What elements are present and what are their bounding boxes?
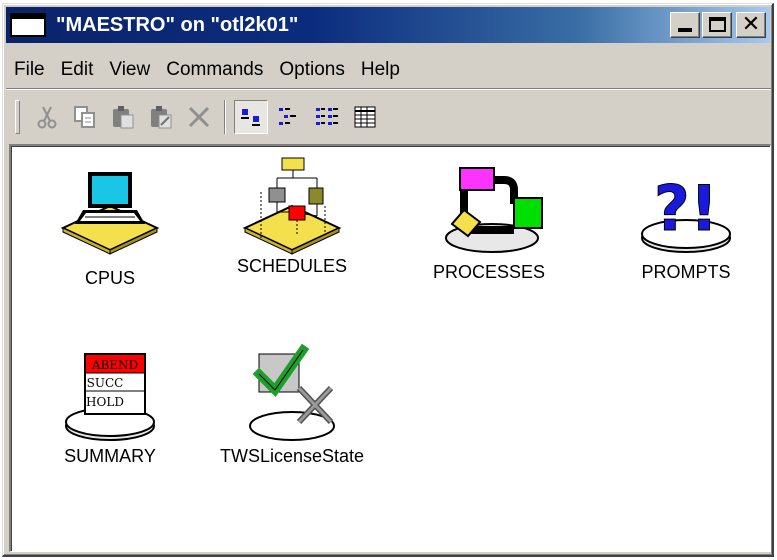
- item-schedules[interactable]: SCHEDULES: [207, 154, 377, 277]
- window-icon[interactable]: [10, 13, 46, 37]
- toolbar-separator: [224, 100, 226, 134]
- menu-options[interactable]: Options: [272, 59, 351, 81]
- cpus-icon: [60, 172, 160, 255]
- title-buttons: ✕: [670, 12, 766, 38]
- item-twslicensestate[interactable]: TWSLicenseState: [207, 342, 377, 467]
- license-state-icon: [249, 343, 335, 441]
- title-bar[interactable]: "MAESTRO" on "otl2k01" ✕: [6, 7, 770, 43]
- maestro-window: "MAESTRO" on "otl2k01" ✕ File Edit View …: [2, 3, 774, 557]
- menu-commands[interactable]: Commands: [159, 59, 270, 81]
- item-processes-label: PROCESSES: [432, 262, 546, 282]
- processes-icon: [445, 167, 543, 253]
- prompts-icon: ?!: [641, 172, 731, 253]
- item-twslicensestate-label: TWSLicenseState: [219, 446, 365, 466]
- item-summary-label: SUMMARY: [64, 446, 156, 466]
- toolbar-grip[interactable]: [15, 100, 20, 134]
- item-cpus[interactable]: CPUS: [25, 166, 195, 289]
- menu-help[interactable]: Help: [354, 59, 407, 81]
- schedules-icon: [242, 157, 342, 255]
- toolbar: [9, 96, 386, 138]
- summary-icon: ABEND SUCC HOLD: [65, 353, 155, 441]
- menu-edit[interactable]: Edit: [54, 59, 101, 81]
- maximize-icon: [709, 17, 726, 32]
- menu-bar: File Edit View Commands Options Help: [6, 56, 409, 84]
- maximize-button[interactable]: [702, 12, 732, 38]
- prompts-glyph: ?!: [654, 172, 718, 245]
- summary-badge-abend: ABEND: [91, 358, 138, 372]
- minimize-button[interactable]: [670, 12, 700, 38]
- minimize-icon: [678, 28, 692, 32]
- item-processes[interactable]: PROCESSES: [404, 160, 574, 283]
- large-icons-view-icon[interactable]: [234, 100, 268, 134]
- menu-file[interactable]: File: [6, 59, 52, 81]
- item-prompts-label: PROMPTS: [641, 262, 731, 282]
- item-prompts[interactable]: ?! PROMPTS: [601, 160, 771, 283]
- close-button[interactable]: ✕: [736, 12, 766, 38]
- paste-special-icon[interactable]: [144, 100, 178, 134]
- menu-view[interactable]: View: [102, 59, 157, 81]
- close-icon: ✕: [741, 12, 761, 37]
- list-view-icon[interactable]: [310, 100, 344, 134]
- delete-icon[interactable]: [182, 100, 216, 134]
- small-icons-view-icon[interactable]: [272, 100, 306, 134]
- icon-view-pane: CPUS SCHEDULES PROCESSES ?! PROMPTS ABEN…: [9, 144, 771, 552]
- copy-icon[interactable]: [68, 100, 102, 134]
- item-cpus-label: CPUS: [84, 268, 135, 288]
- paste-icon[interactable]: [106, 100, 140, 134]
- item-schedules-label: SCHEDULES: [236, 256, 348, 276]
- summary-badge-succ: SUCC: [87, 376, 124, 390]
- summary-badge-hold: HOLD: [86, 395, 124, 409]
- details-view-icon[interactable]: [348, 100, 382, 134]
- item-summary[interactable]: ABEND SUCC HOLD SUMMARY: [25, 346, 195, 467]
- window-title: "MAESTRO" on "otl2k01": [56, 13, 299, 36]
- menu-toolbar-divider: [6, 88, 771, 90]
- cut-icon[interactable]: [30, 100, 64, 134]
